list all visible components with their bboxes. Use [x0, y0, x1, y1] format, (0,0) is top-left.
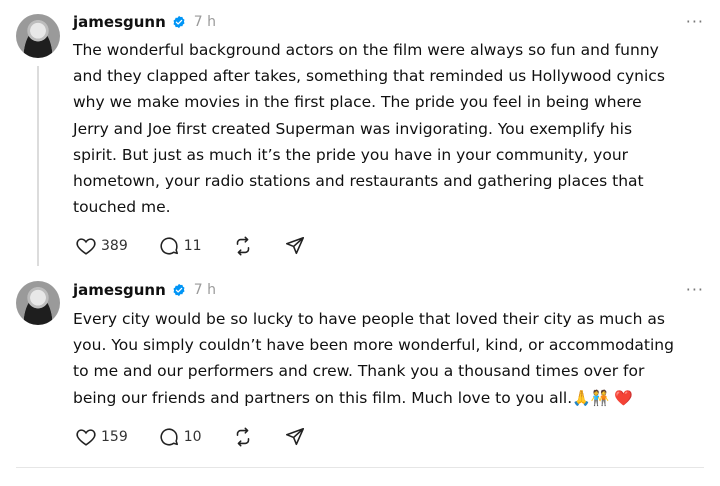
reply-button[interactable]: 11 — [158, 235, 202, 257]
comment-icon — [160, 237, 178, 255]
repost-button[interactable] — [232, 235, 254, 257]
post-text-line: you. You simply couldn’t have been more … — [73, 336, 674, 355]
post-header: jamesgunn 7 h — [73, 280, 216, 300]
reply-count: 10 — [183, 429, 202, 445]
repost-button[interactable] — [232, 426, 254, 448]
heart-icon — [76, 238, 96, 255]
post-header: jamesgunn 7 h — [73, 12, 216, 32]
post-text-line: The wonderful background actors on the f… — [73, 41, 659, 59]
post-text-line: to me and our performers and crew. Thank… — [73, 362, 645, 381]
like-button[interactable]: 389 — [75, 235, 128, 257]
post-text-line: hometown, your radio stations and restau… — [73, 172, 644, 191]
post-time: 7 h — [193, 14, 217, 30]
username[interactable]: jamesgunn — [73, 281, 166, 299]
reply-button[interactable]: 10 — [158, 426, 202, 448]
post-actions: 159 10 — [75, 426, 336, 448]
post-text-line-content: being our friends and partners on this f… — [73, 388, 573, 407]
like-button[interactable]: 159 — [75, 426, 128, 448]
heart-icon — [76, 429, 96, 446]
verified-badge-icon — [173, 283, 185, 297]
post-actions: 389 11 — [75, 235, 336, 257]
post-text: Every city would be so lucky to have peo… — [73, 306, 705, 411]
send-icon — [285, 427, 304, 446]
post-text-line: Jerry and Joe first created Superman was… — [73, 119, 633, 138]
repost-icon — [236, 427, 249, 447]
comment-icon — [160, 428, 178, 446]
post-text-line: and they clapped after takes, something … — [73, 67, 665, 86]
post-text-line: Every city would be so lucky to have peo… — [73, 310, 665, 328]
repost-icon — [236, 236, 249, 256]
post-text-line: spirit. But just as much it’s the pride … — [73, 145, 629, 164]
post-time: 7 h — [193, 282, 217, 298]
thread-line — [37, 66, 39, 266]
post-text-line: touched me. — [73, 198, 171, 217]
more-options-icon[interactable]: ··· — [686, 12, 704, 31]
reply-count: 11 — [183, 238, 202, 254]
post-text: The wonderful background actors on the f… — [73, 37, 705, 220]
divider — [16, 467, 704, 468]
share-button[interactable] — [284, 235, 306, 257]
avatar[interactable] — [16, 281, 60, 325]
verified-badge-icon — [173, 15, 185, 29]
post-text-line: being our friends and partners on this f… — [73, 385, 705, 411]
post-text-line: why we make movies in the first place. T… — [73, 93, 642, 112]
share-button[interactable] — [284, 426, 306, 448]
more-options-icon[interactable]: ··· — [686, 280, 704, 299]
avatar[interactable] — [16, 14, 60, 58]
like-count: 389 — [101, 238, 128, 254]
username[interactable]: jamesgunn — [73, 13, 166, 31]
emoji-sequence: 🙏🧑‍🤝‍🧑 ❤️ — [572, 388, 633, 407]
like-count: 159 — [101, 429, 128, 445]
send-icon — [285, 236, 304, 255]
